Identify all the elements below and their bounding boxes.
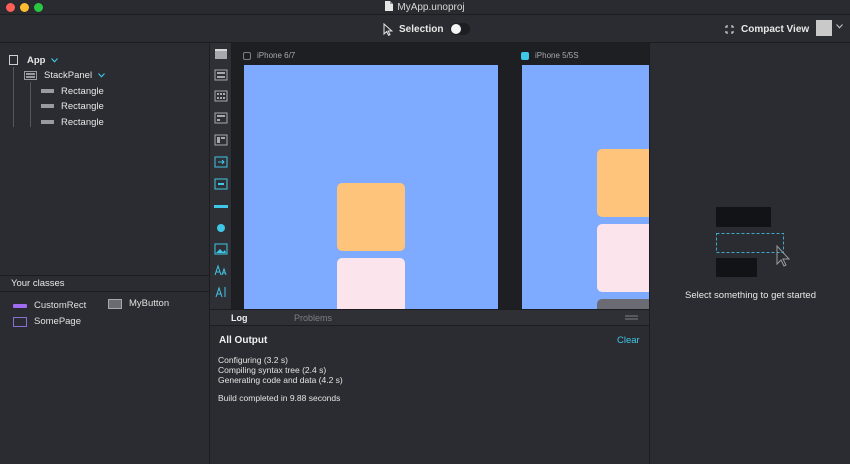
inspector-panel: Select something to get started bbox=[649, 43, 850, 464]
class-item-label: MyButton bbox=[129, 298, 170, 309]
page-icon[interactable] bbox=[213, 46, 229, 62]
chevron-down-icon[interactable] bbox=[51, 57, 59, 63]
selection-control: Selection bbox=[383, 21, 471, 37]
chevron-down-icon[interactable] bbox=[836, 24, 843, 29]
tree-item-stackpanel[interactable]: StackPanel bbox=[24, 68, 105, 82]
log-panel: Log Problems All Output Clear Configurin… bbox=[210, 309, 649, 464]
selection-label: Selection bbox=[399, 23, 444, 35]
textinput-icon[interactable] bbox=[213, 284, 229, 300]
cursor-icon bbox=[383, 22, 393, 36]
device-name: iPhone 5/5S bbox=[535, 51, 579, 60]
line-icon[interactable] bbox=[213, 198, 229, 214]
pink-rectangle[interactable] bbox=[337, 258, 405, 309]
grey-rectangle[interactable] bbox=[597, 299, 649, 309]
compact-view-control[interactable]: Compact View bbox=[724, 21, 809, 37]
primitives-palette bbox=[210, 43, 232, 309]
class-item-mybutton[interactable]: MyButton bbox=[108, 298, 169, 309]
orange-rectangle[interactable] bbox=[337, 183, 405, 251]
tree-item-label: App bbox=[27, 54, 46, 66]
pageview-icon[interactable] bbox=[213, 176, 229, 192]
rectangle-icon bbox=[41, 120, 54, 124]
toggle-knob bbox=[451, 24, 462, 34]
log-line: Configuring (3.2 s) bbox=[218, 355, 288, 365]
tree-item-label: Rectangle bbox=[61, 85, 104, 97]
background-color-swatch[interactable] bbox=[816, 20, 832, 36]
page-icon bbox=[9, 55, 18, 65]
toolbar: Selection Compact View bbox=[0, 15, 850, 43]
tree-item-rectangle[interactable]: Rectangle bbox=[41, 99, 104, 113]
device-screen-iphone-6[interactable] bbox=[244, 65, 498, 309]
log-line: Compiling syntax tree (2.4 s) bbox=[218, 365, 327, 375]
device-label-iphone-6[interactable]: iPhone 6/7 bbox=[243, 51, 295, 60]
drag-handle-icon[interactable] bbox=[625, 315, 638, 320]
orange-rectangle[interactable] bbox=[597, 149, 649, 217]
classes-panel: Your classes CustomRect MyButton SomePag… bbox=[0, 275, 209, 464]
circle-icon[interactable] bbox=[213, 220, 229, 236]
hierarchy-panel: App StackPanel Rectangle Rectangle Recta… bbox=[0, 43, 210, 464]
device-label-iphone-5[interactable]: iPhone 5/5S bbox=[521, 51, 579, 60]
design-canvas[interactable]: iPhone 6/7 iPhone 5/5S bbox=[232, 43, 649, 309]
dockpanel-icon[interactable] bbox=[213, 110, 229, 126]
compact-view-label: Compact View bbox=[741, 23, 810, 35]
tree-guide-line bbox=[30, 82, 31, 127]
columns-icon[interactable] bbox=[213, 132, 229, 148]
selection-toggle[interactable] bbox=[450, 23, 471, 35]
log-line: Build completed in 9.88 seconds bbox=[218, 393, 341, 403]
grid-icon[interactable] bbox=[213, 88, 229, 104]
class-item-label: CustomRect bbox=[34, 300, 87, 311]
window-title: MyApp.unoproj bbox=[0, 1, 850, 13]
scrollview-icon[interactable] bbox=[213, 154, 229, 170]
rectangle-icon bbox=[41, 89, 54, 93]
tree-guide-line bbox=[13, 67, 14, 127]
log-tab-bar: Log Problems bbox=[210, 310, 649, 326]
tab-log[interactable]: Log bbox=[231, 313, 248, 323]
clear-log-button[interactable]: Clear bbox=[617, 335, 640, 346]
class-item-customrect[interactable]: CustomRect bbox=[13, 300, 86, 311]
inspector-hint: Select something to get started bbox=[685, 290, 816, 301]
tree-item-label: Rectangle bbox=[61, 116, 104, 128]
log-line: Generating code and data (4.2 s) bbox=[218, 375, 343, 385]
tree-item-rectangle[interactable]: Rectangle bbox=[41, 84, 104, 98]
log-title: All Output bbox=[219, 335, 268, 346]
select-element-illustration-icon bbox=[716, 207, 791, 277]
device-name: iPhone 6/7 bbox=[257, 51, 296, 60]
title-bar: MyApp.unoproj bbox=[0, 0, 850, 15]
chevron-down-icon[interactable] bbox=[98, 72, 105, 78]
pink-rectangle[interactable] bbox=[597, 224, 649, 292]
classes-title: Your classes bbox=[0, 276, 209, 292]
device-checkbox[interactable] bbox=[521, 51, 529, 60]
tree-item-label: Rectangle bbox=[61, 100, 104, 112]
device-checkbox[interactable] bbox=[243, 51, 251, 60]
customrect-icon bbox=[13, 303, 27, 308]
somepage-icon bbox=[13, 316, 27, 327]
stackpanel-icon bbox=[24, 70, 37, 80]
tree-item-app[interactable]: App bbox=[9, 53, 59, 67]
window-title-text: MyApp.unoproj bbox=[397, 2, 465, 13]
image-icon[interactable] bbox=[213, 241, 229, 257]
tab-problems[interactable]: Problems bbox=[294, 313, 332, 323]
panel-icon[interactable] bbox=[213, 67, 229, 83]
tree-item-rectangle[interactable]: Rectangle bbox=[41, 115, 104, 129]
device-screen-iphone-5[interactable] bbox=[522, 65, 649, 309]
tree-item-label: StackPanel bbox=[44, 69, 93, 81]
text-icon[interactable] bbox=[213, 262, 229, 278]
compact-view-icon bbox=[725, 24, 734, 34]
class-item-somepage[interactable]: SomePage bbox=[13, 316, 81, 327]
rectangle-icon bbox=[41, 104, 54, 108]
class-item-label: SomePage bbox=[34, 316, 82, 327]
mybutton-icon bbox=[108, 298, 122, 309]
document-icon bbox=[385, 1, 394, 11]
